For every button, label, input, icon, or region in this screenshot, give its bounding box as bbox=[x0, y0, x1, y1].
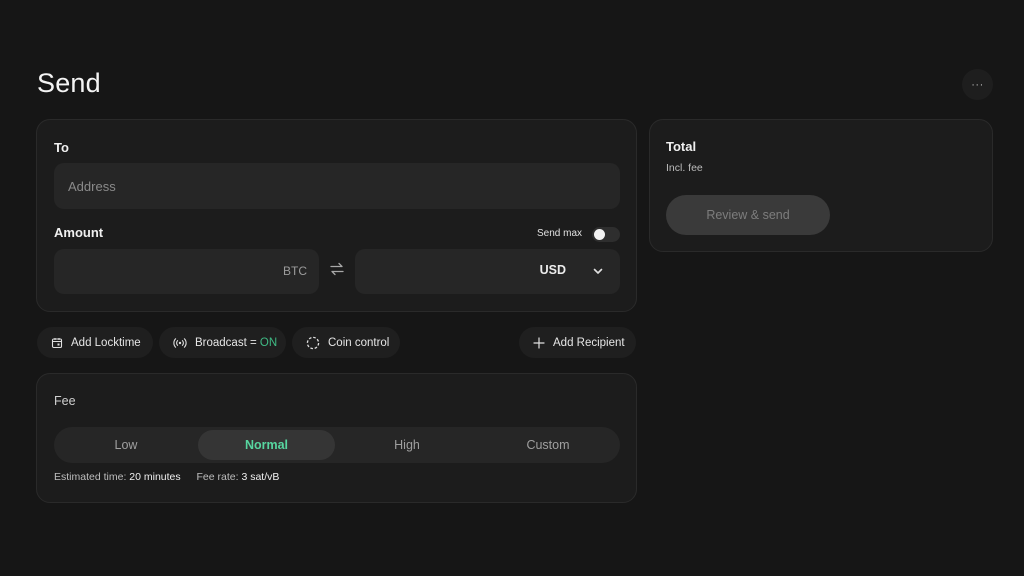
fee-card: Fee Low Normal High Custom Estimated tim… bbox=[36, 373, 637, 503]
calendar-icon bbox=[51, 337, 63, 348]
add-locktime-label: Add Locktime bbox=[71, 336, 141, 349]
plus-icon bbox=[533, 336, 545, 349]
add-locktime-button[interactable]: Add Locktime bbox=[37, 327, 153, 358]
coin-control-button[interactable]: Coin control bbox=[292, 327, 400, 358]
address-input[interactable] bbox=[54, 163, 620, 209]
page-title: Send bbox=[37, 68, 101, 98]
estimated-time-label: Estimated time: bbox=[54, 471, 127, 483]
estimated-time-value: 20 minutes bbox=[129, 471, 181, 483]
send-max-toggle[interactable] bbox=[592, 227, 620, 242]
coin-control-icon bbox=[306, 336, 320, 349]
more-options-button[interactable]: ··· bbox=[962, 69, 993, 100]
ellipsis-icon: ··· bbox=[971, 78, 984, 91]
send-form-card: To Amount Send max BTC USD bbox=[36, 119, 637, 312]
fee-option-custom[interactable]: Custom bbox=[479, 430, 617, 460]
btc-unit-label: BTC bbox=[283, 264, 307, 278]
broadcast-toggle-button[interactable]: Broadcast = ON bbox=[159, 327, 286, 358]
review-and-send-button[interactable]: Review & send bbox=[666, 195, 830, 235]
fiat-unit-label: USD bbox=[539, 263, 566, 277]
fee-info: Estimated time: 20 minutes Fee rate: 3 s… bbox=[54, 471, 279, 483]
fee-option-low[interactable]: Low bbox=[57, 430, 195, 460]
fee-label: Fee bbox=[54, 394, 76, 408]
toggle-knob bbox=[594, 229, 605, 240]
total-card: Total Incl. fee Review & send bbox=[649, 119, 993, 252]
broadcast-icon bbox=[173, 337, 187, 348]
coin-control-label: Coin control bbox=[328, 336, 390, 349]
fiat-currency-select[interactable]: USD bbox=[355, 249, 620, 294]
total-subtitle: Incl. fee bbox=[666, 162, 703, 174]
send-max-label: Send max bbox=[537, 228, 583, 239]
total-title: Total bbox=[666, 139, 697, 154]
add-recipient-label: Add Recipient bbox=[553, 336, 625, 349]
chevron-down-icon bbox=[593, 268, 603, 274]
add-recipient-button[interactable]: Add Recipient bbox=[519, 327, 636, 358]
amount-label: Amount bbox=[54, 225, 104, 240]
fee-option-normal[interactable]: Normal bbox=[198, 430, 335, 460]
fee-selector: Low Normal High Custom bbox=[54, 427, 620, 463]
fee-option-high[interactable]: High bbox=[338, 430, 476, 460]
broadcast-label: Broadcast = ON bbox=[195, 336, 278, 349]
address-field-wrap bbox=[54, 163, 620, 209]
fee-rate-label: Fee rate: bbox=[196, 471, 239, 483]
to-label: To bbox=[54, 140, 69, 155]
fee-rate-value: 3 sat/vB bbox=[241, 471, 280, 483]
swap-icon[interactable] bbox=[329, 261, 345, 277]
broadcast-state: ON bbox=[259, 336, 278, 349]
btc-amount-field[interactable]: BTC bbox=[54, 249, 319, 294]
